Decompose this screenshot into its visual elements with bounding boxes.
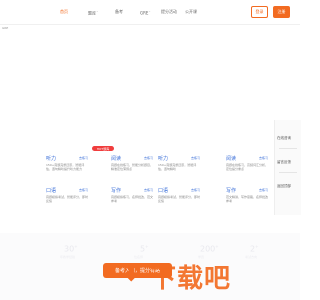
card-listening-2[interactable]: 听力 去练习 150+真题完整还原，智能评估，逐句精听 xyxy=(158,155,200,177)
stat-value: 30+ xyxy=(64,244,78,254)
practice-link[interactable]: 去练习 xyxy=(191,156,200,160)
stat-caption: 考试方向 xyxy=(245,255,258,259)
card-description: 真题模拟考试，智能评分，即时反馈 xyxy=(46,195,89,203)
side-floating-panel: 在线咨询 留言反馈 返回顶部 xyxy=(274,120,301,215)
nav-item-home[interactable]: 首页 xyxy=(60,9,68,15)
stat-caption: 年教学经验 xyxy=(60,255,76,259)
side-item-back-to-top[interactable]: 返回顶部 xyxy=(277,184,291,189)
watermark-logo: 下载吧 xyxy=(150,264,232,294)
card-description: 范文精讲，写作思路，名师批改参考 xyxy=(226,195,269,203)
practice-link[interactable]: 去练习 xyxy=(144,188,153,192)
card-reading-2[interactable]: 阅读 去练习 真题在线练习，高频词汇分析，定位提分重点 xyxy=(226,155,268,177)
card-title: 写作 xyxy=(226,188,237,194)
card-title: 听力 xyxy=(46,156,57,162)
breadcrumb: GRE xyxy=(2,26,9,30)
card-title: 口语 xyxy=(46,188,57,194)
nav-item-label: 题库 xyxy=(88,10,96,16)
nav-item-label: 首页 xyxy=(60,9,68,14)
chevron-down-icon: ⌄ xyxy=(96,9,99,13)
card-title: 写作 xyxy=(111,188,122,194)
card-title: 阅读 xyxy=(111,156,122,162)
card-reading[interactable]: 阅读 去练习 真题在线练习，智能分析题目，精准定位薄弱点 xyxy=(111,155,153,177)
nav-item-question-bank[interactable]: 题库⌄ xyxy=(88,9,99,16)
nav-item-prep[interactable]: 备考 xyxy=(115,9,123,15)
top-navigation-bar: 首页 题库⌄ 备考 GRE⌄ 提分活动 公开课 登录 注册 xyxy=(0,0,300,25)
nav-item-label: 提分活动 xyxy=(161,9,177,14)
practice-link[interactable]: 去练习 xyxy=(79,156,88,160)
card-title: 阅读 xyxy=(226,156,237,162)
stat-value: 5+ xyxy=(140,244,149,254)
card-speaking[interactable]: 口语 去练习 真题模拟考试，智能评分，即时反馈 xyxy=(46,187,88,209)
nav-item-score-activities[interactable]: 提分活动 xyxy=(161,9,177,15)
card-writing[interactable]: 写作 去练习 真题模拟练习，名师批改，范文参考 xyxy=(111,187,153,209)
stat-value: 2+ xyxy=(250,244,259,254)
nav-item-label: 公开课 xyxy=(185,9,197,14)
side-item-consult[interactable]: 在线咨询 xyxy=(277,136,291,141)
stat-value: 200+ xyxy=(200,244,219,254)
card-title: 口语 xyxy=(158,188,169,194)
register-button[interactable]: 注册 xyxy=(273,6,290,18)
card-title: 听力 xyxy=(158,156,169,162)
nav-item-open-class[interactable]: 公开课 xyxy=(185,9,197,15)
practice-link[interactable]: 去练习 xyxy=(191,188,200,192)
practice-link[interactable]: 去练习 xyxy=(259,156,268,160)
download-icon: ⬇ xyxy=(122,262,141,287)
hot-badge: HOT题库 xyxy=(92,146,114,151)
nav-item-label: 备考 xyxy=(115,9,123,14)
card-writing-2[interactable]: 写作 去练习 范文精讲，写作思路，名师批改参考 xyxy=(226,187,268,209)
divider xyxy=(279,148,297,149)
divider xyxy=(279,172,297,173)
side-item-feedback[interactable]: 留言反馈 xyxy=(277,160,291,165)
practice-link[interactable]: 去练习 xyxy=(259,188,268,192)
login-button[interactable]: 登录 xyxy=(251,6,268,18)
practice-link[interactable]: 去练习 xyxy=(144,156,153,160)
card-description: 150+真题完整还原，智能评估，逐句精听提升听力能力 xyxy=(46,163,85,171)
practice-link[interactable]: 去练习 xyxy=(79,188,88,192)
card-description: 真题在线练习，智能分析题目，精准定位薄弱点 xyxy=(111,163,154,171)
card-description: 150+真题完整还原，智能评估，逐句精听 xyxy=(158,163,197,171)
chevron-down-icon: ⌄ xyxy=(148,9,151,13)
card-listening[interactable]: 听力 去练习 150+真题完整还原，智能评估，逐句精听提升听力能力 xyxy=(46,155,88,177)
card-description: 真题在线练习，高频词汇分析，定位提分重点 xyxy=(226,163,269,171)
stat-caption: 位名师 xyxy=(134,255,144,259)
card-speaking-2[interactable]: 口语 去练习 真题模拟考试，智能评分，即时反馈 xyxy=(158,187,200,209)
card-description: 真题模拟练习，名师批改，范文参考 xyxy=(111,195,154,203)
nav-item-gre[interactable]: GRE⌄ xyxy=(140,9,151,15)
card-description: 真题模拟考试，智能评分，即时反馈 xyxy=(158,195,201,203)
